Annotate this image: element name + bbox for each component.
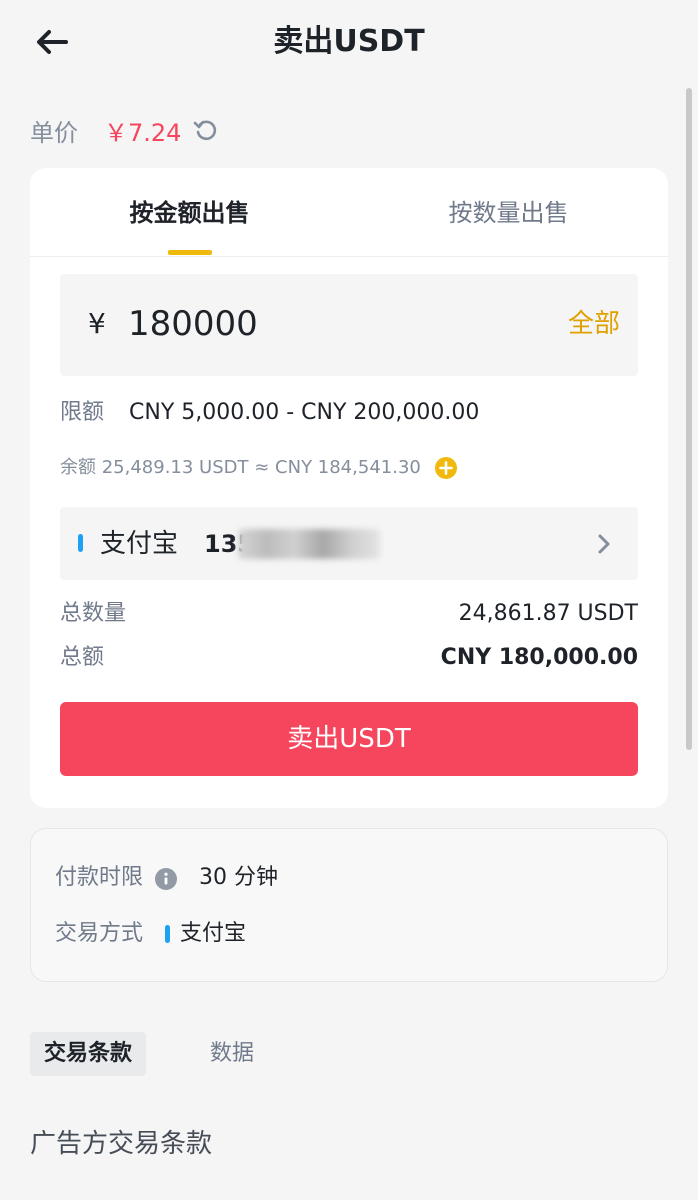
amount-input-box[interactable]: ¥ 全部: [60, 274, 638, 376]
payment-method-selector[interactable]: 支付宝 135: [60, 507, 638, 580]
scrollbar[interactable]: [686, 88, 692, 750]
total-quantity-label: 总数量: [60, 601, 127, 626]
info-icon[interactable]: [155, 867, 178, 890]
active-tab-indicator: [168, 250, 212, 255]
refresh-icon[interactable]: [193, 117, 219, 143]
limit-row: 限额 CNY 5,000.00 - CNY 200,000.00: [60, 396, 479, 430]
currency-symbol: ¥: [88, 307, 106, 340]
price-value: ￥7.24: [104, 118, 182, 147]
amount-input[interactable]: [128, 302, 488, 346]
alipay-mark-icon: [78, 534, 83, 552]
price-row: 单价 ￥7.24: [30, 110, 219, 150]
trade-method-label: 交易方式: [55, 921, 144, 946]
limit-label: 限额: [60, 400, 105, 425]
top-bar: 卖出USDT: [0, 0, 698, 86]
total-quantity-value: 24,861.87 USDT: [458, 601, 638, 626]
sell-form-card: 按金额出售 按数量出售 ¥ 全部 限额 CNY 5,000.00 - CNY 2…: [30, 168, 668, 808]
trade-method-row: 交易方式 支付宝: [55, 917, 246, 951]
all-button[interactable]: 全部: [568, 304, 620, 344]
trade-info-card: 付款时限 30 分钟 交易方式 支付宝: [30, 828, 668, 982]
sell-usdt-button[interactable]: 卖出USDT: [60, 702, 638, 776]
add-funds-icon[interactable]: [434, 457, 457, 479]
alipay-mark-icon: [165, 925, 171, 943]
total-amount-value: CNY 180,000.00: [440, 645, 638, 670]
page-title: 卖出USDT: [273, 24, 425, 59]
chevron-right-icon: [598, 534, 610, 554]
tab-trade-terms[interactable]: 交易条款: [30, 1032, 147, 1076]
tab-data[interactable]: 数据: [210, 1032, 254, 1076]
balance-row: 余额 25,489.13 USDT ≈ CNY 184,541.30: [60, 453, 457, 483]
limit-value: CNY 5,000.00 - CNY 200,000.00: [129, 400, 480, 425]
tab-sell-by-quantity[interactable]: 按数量出售: [349, 168, 668, 256]
balance-text: 余额 25,489.13 USDT ≈ CNY 184,541.30: [60, 457, 421, 478]
time-limit-label: 付款时限: [55, 865, 144, 890]
tab-bar: 按金额出售 按数量出售: [30, 168, 668, 257]
price-label: 单价: [30, 118, 78, 147]
tab-sell-by-amount[interactable]: 按金额出售: [30, 168, 349, 256]
payment-time-limit-row: 付款时限 30 分钟: [55, 861, 278, 895]
payment-method-name: 支付宝: [100, 529, 179, 559]
total-amount-label: 总额: [60, 645, 105, 670]
account-blur-mask: [238, 529, 380, 559]
advertiser-terms-title: 广告方交易条款: [30, 1129, 213, 1159]
trade-method-value: 支付宝: [180, 921, 247, 946]
total-amount-row: 总额 CNY 180,000.00: [60, 642, 638, 674]
total-quantity-row: 总数量 24,861.87 USDT: [60, 598, 638, 630]
time-limit-value: 30 分钟: [199, 865, 279, 890]
